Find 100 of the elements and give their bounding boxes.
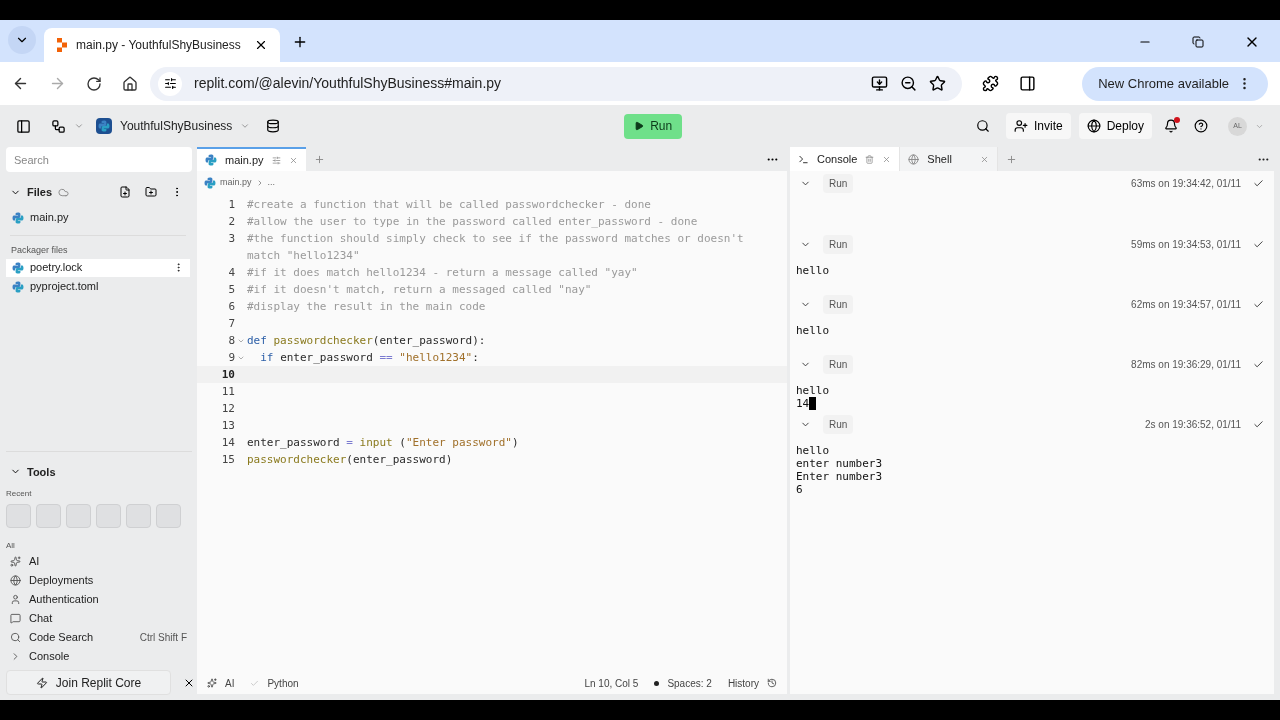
extensions-icon[interactable] [982,75,999,92]
tool-item[interactable]: AI [29,553,187,570]
line-number: 10 [220,367,235,383]
run-timing: 62ms on 19:34:57, 01/11 [1131,297,1241,312]
section-label: All [6,540,16,552]
code-line: #the function should simply check to see if the password matches or doesn't match "hello1234" [247,231,745,264]
globe-icon [1086,119,1101,133]
python-icon [12,211,24,224]
code-line: #if it doesn't match, return a messaged called "nay" [247,282,593,298]
history-icon[interactable] [767,678,777,688]
history-button[interactable]: History [727,675,759,691]
search-icon[interactable] [975,119,990,133]
python-icon [204,177,216,189]
code-line: passwordchecker(enter_password) [247,452,454,468]
notifications-icon[interactable] [1164,119,1178,133]
zoom-icon[interactable] [900,75,917,92]
output-line: hello [796,264,830,277]
globe-icon [908,153,920,165]
deploy-button[interactable]: Deploy [1078,113,1152,139]
recent-tool-placeholder [6,504,31,528]
tool-item[interactable]: Authentication [29,591,187,608]
sidebar-toggle-icon[interactable] [16,118,31,134]
site-settings-icon[interactable] [158,71,182,96]
address-bar[interactable]: replit.com/@alevin/YouthfulShyBusiness#main.py [150,66,962,101]
tool-item[interactable]: Code Search [29,629,132,646]
restore-icon[interactable] [1192,36,1204,48]
section-label: Packager files [11,244,69,257]
terminal-cursor [809,397,817,410]
file-item[interactable]: main.py [6,208,190,227]
output-line: 6 [796,483,803,496]
file-item[interactable]: pyproject.toml [6,277,190,296]
indent-status[interactable]: Spaces: 2 [667,675,712,691]
new-file-icon[interactable] [119,186,131,198]
section-title[interactable]: Files [27,183,53,201]
run-label[interactable]: Run [823,294,854,314]
cursor-position[interactable]: Ln 10, Col 5 [584,675,639,691]
panel-tab[interactable]: Shell [900,147,999,171]
help-icon[interactable] [1194,119,1208,133]
tool-item[interactable]: Console [29,648,187,665]
code-line: #create a function that will be called passwordchecker - done [247,197,652,213]
project-name[interactable]: YouthfulShyBusiness [120,117,233,135]
ai-status[interactable]: AI [225,675,235,691]
run-timing: 59ms on 19:34:53, 01/11 [1131,237,1241,252]
code-line: def passwordchecker(enter_password): [247,333,487,349]
file-item[interactable]: poetry.lock [6,258,190,277]
bookmark-icon[interactable] [929,75,946,92]
search-icon [10,632,21,643]
back-icon[interactable] [12,75,29,92]
language-status[interactable]: Python [267,675,299,691]
database-icon[interactable] [266,119,281,133]
recent-tool-placeholder [36,504,61,528]
new-tab-icon[interactable] [292,34,308,50]
tool-item[interactable]: Deployments [29,572,187,589]
run-label[interactable]: Run [823,354,854,374]
python-icon [12,261,24,274]
install-icon[interactable] [871,75,888,92]
line-number: 15 [220,452,235,468]
search-field[interactable]: Search [6,147,192,172]
globe-icon [10,575,21,586]
section-title[interactable]: Tools [27,463,56,480]
line-number: 11 [220,384,235,400]
check-icon [1253,418,1264,430]
run-button[interactable]: Run [624,113,683,139]
user-icon [10,594,21,605]
line-number: 2 [227,214,235,230]
join-button[interactable]: Join Replit Core [6,670,171,695]
run-label[interactable]: Run [823,414,854,434]
breadcrumb-more[interactable]: ... [267,176,276,190]
breadcrumb[interactable]: main.py [220,176,252,190]
recent-tool-placeholder [126,504,151,528]
run-label[interactable]: Run [823,173,854,193]
run-timing: 63ms on 19:34:42, 01/11 [1131,176,1241,191]
run-label[interactable]: Run [823,234,854,254]
browser-tab[interactable]: main.py - YouthfulShyBusiness [44,28,280,62]
line-number: 14 [220,435,235,451]
line-number: 1 [227,197,235,213]
line-number: 13 [220,418,235,434]
line-number: 8 [227,333,235,349]
reload-icon[interactable] [86,75,102,92]
invite-button[interactable]: Invite [1005,113,1071,139]
home-icon[interactable] [122,75,138,92]
shortcut: Ctrl Shift F [139,631,187,645]
python-icon [12,280,24,293]
code-line: #allow the user to type in the password called enter_password - done [247,214,699,230]
side-panel-icon[interactable] [1019,75,1036,92]
code-line: #if it does match hello1234 - return a message called "yay" [247,265,639,281]
cloud-icon [58,186,70,198]
lightning-icon [35,676,48,689]
new-folder-icon[interactable] [145,186,157,198]
workspace-icon[interactable] [51,118,66,134]
line-number: 12 [220,401,235,417]
url-text: replit.com/@alevin/YouthfulShyBusiness#main.py [194,74,503,93]
code-line: #display the result in the main code [247,299,487,315]
sparkle-icon [207,678,217,688]
python-icon [205,154,217,166]
close-icon[interactable] [254,38,268,52]
tool-item[interactable]: Chat [29,610,187,627]
code-line: if enter_password == "hello1234": [259,350,480,366]
code-line: enter_password = input ("Enter password") [247,435,520,451]
update-button[interactable]: New Chrome available [1082,66,1268,101]
